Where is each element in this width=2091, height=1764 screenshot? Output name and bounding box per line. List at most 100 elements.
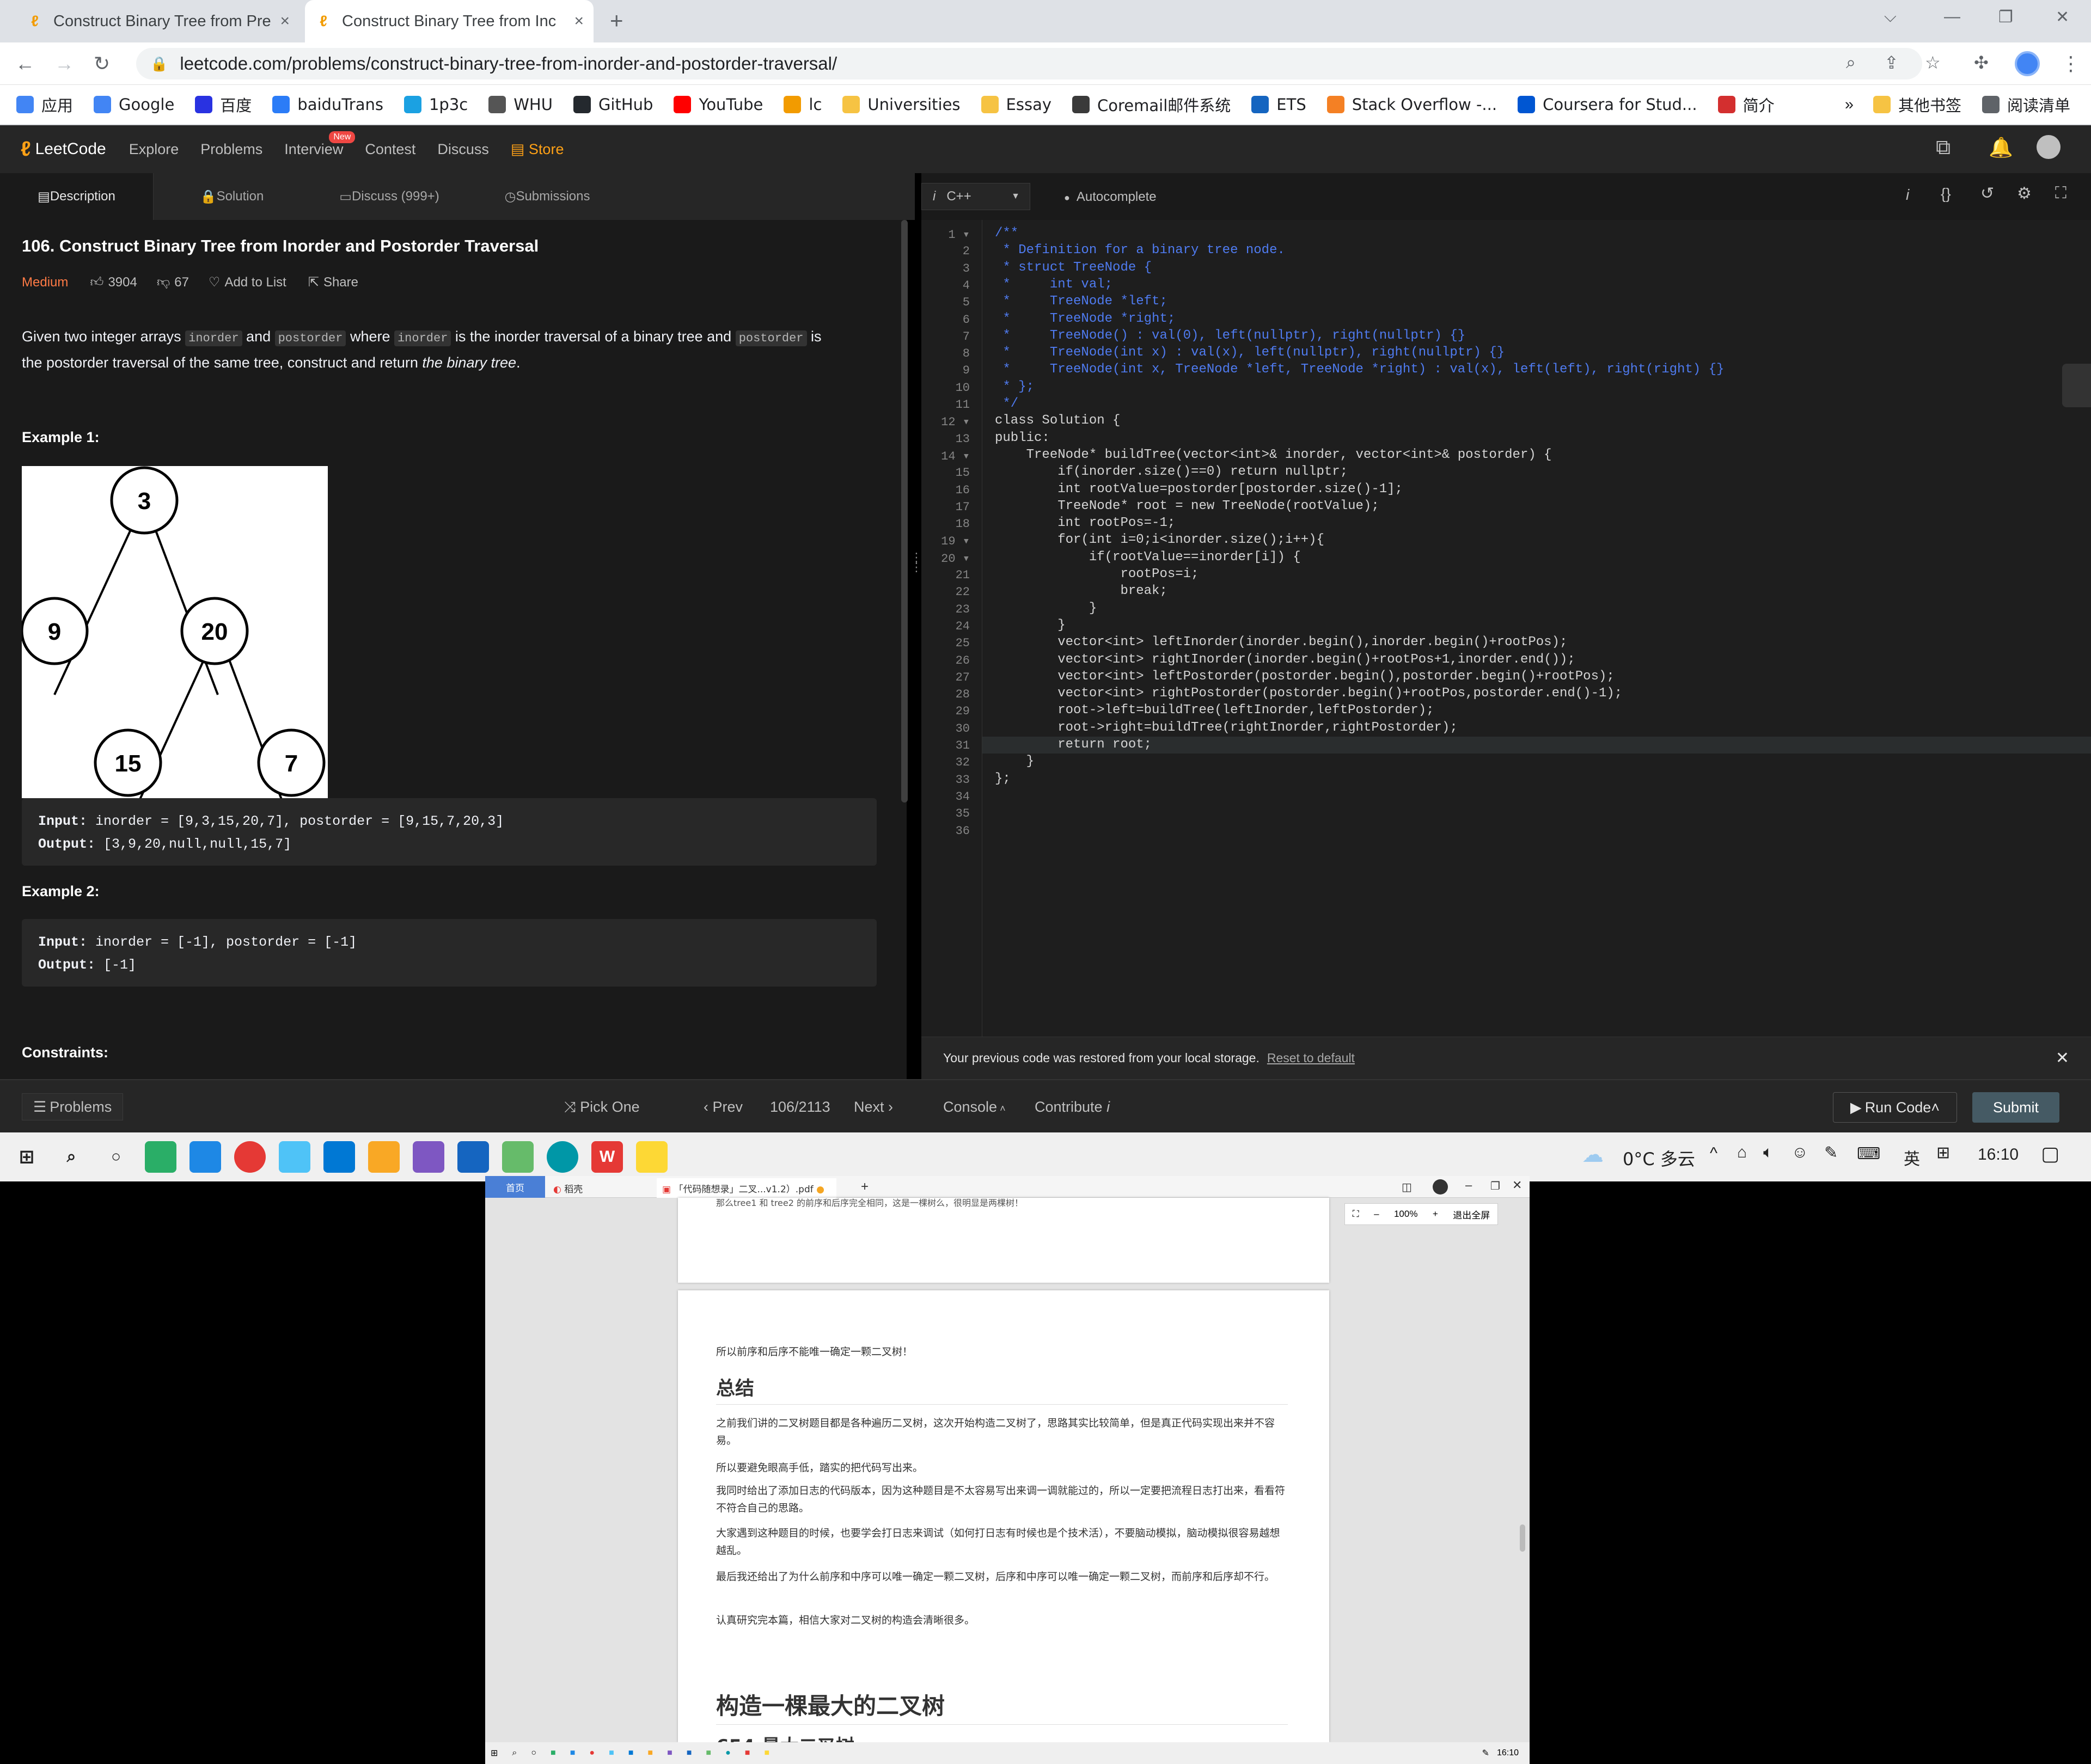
outlook-icon[interactable]: ■ xyxy=(687,1748,692,1758)
bookmark-item[interactable]: WHU xyxy=(488,95,553,114)
description-scrollbar[interactable] xyxy=(901,220,908,803)
edge-icon[interactable] xyxy=(547,1141,578,1173)
prev-button[interactable]: ‹ Prev xyxy=(704,1099,743,1116)
browser-tab-2-active[interactable]: ℓ Construct Binary Tree from Inc × xyxy=(305,0,594,42)
weather-text[interactable]: 0°C 多云 xyxy=(1623,1146,1695,1171)
reset-to-default-link[interactable]: Reset to default xyxy=(1267,1051,1355,1065)
pdf-tab-active[interactable]: ▣ 「代码随想录」二叉...v1.2）.pdf ● xyxy=(657,1178,836,1198)
new-tab-icon[interactable]: + xyxy=(861,1179,869,1195)
close-notice-icon[interactable]: ✕ xyxy=(2056,1049,2069,1068)
user-avatar-icon[interactable] xyxy=(2037,135,2061,159)
zoom-in-icon[interactable]: + xyxy=(1433,1209,1438,1220)
notifications-icon[interactable]: ▢ xyxy=(2041,1142,2059,1165)
minimize-icon[interactable]: – xyxy=(1465,1178,1472,1192)
bookmark-item[interactable]: GitHub xyxy=(573,95,653,114)
fit-page-icon[interactable]: ⛶ xyxy=(1353,1209,1359,1220)
problems-button[interactable]: ☰ Problems xyxy=(22,1093,124,1120)
zoom-search-icon[interactable]: ⌕ xyxy=(1846,52,1856,73)
playground-icon[interactable]: ⧉ xyxy=(1936,136,1951,160)
tab-submissions[interactable]: ◷ Submissions xyxy=(468,173,626,220)
app-icon[interactable] xyxy=(189,1141,221,1173)
other-bookmarks[interactable]: 其他书签 xyxy=(1873,93,1961,116)
reading-list[interactable]: 阅读清单 xyxy=(1982,93,2070,116)
contribute-button[interactable]: Contribute i xyxy=(1035,1099,1110,1116)
bookmark-item[interactable]: ETS xyxy=(1251,95,1306,114)
zoom-out-icon[interactable]: – xyxy=(1374,1209,1379,1220)
layout-icon[interactable]: ◫ xyxy=(1402,1180,1412,1194)
bookmark-item[interactable]: 应用 xyxy=(16,93,73,116)
app-icon[interactable]: ■ xyxy=(609,1748,614,1758)
pen-icon[interactable]: ✎ xyxy=(1824,1143,1838,1162)
zoom-level[interactable]: 100% xyxy=(1394,1209,1417,1220)
notification-bell-icon[interactable]: 🔔 xyxy=(1989,136,2013,159)
console-button[interactable]: Console ˄ xyxy=(943,1099,1006,1116)
app-icon[interactable] xyxy=(636,1141,668,1173)
qq-icon[interactable]: ☺ xyxy=(1792,1143,1808,1162)
profile-avatar[interactable] xyxy=(2015,51,2040,76)
windows-start-icon[interactable]: ⊞ xyxy=(491,1748,498,1759)
close-window-icon[interactable]: ✕ xyxy=(2056,8,2069,27)
share-icon[interactable]: ⇪ xyxy=(1884,52,1899,73)
side-feedback-tab[interactable] xyxy=(2062,364,2091,407)
bookmark-item[interactable]: 1p3c xyxy=(403,95,468,114)
clock[interactable]: 16:10 xyxy=(1978,1146,2019,1164)
ime-indicator[interactable]: 英 xyxy=(1904,1146,1920,1169)
leetcode-logo[interactable]: ℓ LeetCode xyxy=(21,138,106,161)
bookmarks-overflow-icon[interactable]: » xyxy=(1845,96,1854,114)
vscode-icon[interactable]: ■ xyxy=(628,1748,634,1758)
bookmark-item[interactable]: 百度 xyxy=(195,93,252,116)
nav-discuss[interactable]: Discuss xyxy=(437,141,489,158)
browser-tab-1[interactable]: ℓ Construct Binary Tree from Pre × xyxy=(16,0,299,42)
back-icon[interactable]: ← xyxy=(15,52,35,75)
tray-chevron-icon[interactable]: ^ xyxy=(1710,1144,1717,1163)
settings-gear-icon[interactable]: ⚙ xyxy=(2017,184,2032,203)
ime-mode-icon[interactable]: ⊞ xyxy=(1936,1143,1950,1162)
restore-icon[interactable]: ❐ xyxy=(1998,8,2013,27)
cortana-icon[interactable]: ○ xyxy=(100,1141,132,1173)
home-tab[interactable]: 首页 xyxy=(485,1176,545,1198)
tab-search-chevron-icon[interactable]: ⌵ xyxy=(1884,8,1897,26)
close-tab-icon[interactable]: × xyxy=(574,12,584,30)
visual-studio-icon[interactable]: ■ xyxy=(667,1748,672,1758)
dislike-icon[interactable]: 👎︎ xyxy=(157,275,170,290)
app-icon[interactable]: ■ xyxy=(764,1748,769,1758)
bookmark-item[interactable]: Universities xyxy=(842,95,961,114)
reset-code-icon[interactable]: ↺ xyxy=(1980,184,1994,203)
cortana-icon[interactable]: ○ xyxy=(531,1748,536,1758)
forward-icon[interactable]: → xyxy=(54,52,74,75)
bookmark-item[interactable]: Coursera for Stud... xyxy=(1518,95,1697,114)
edge-icon[interactable]: ● xyxy=(725,1748,731,1758)
reload-icon[interactable]: ↻ xyxy=(94,52,110,75)
windows-start-icon[interactable]: ⊞ xyxy=(11,1141,42,1173)
chrome-icon[interactable] xyxy=(234,1141,266,1173)
bookmark-item[interactable]: Google xyxy=(94,95,174,114)
nav-problems[interactable]: Problems xyxy=(200,141,262,158)
tab-description[interactable]: ▤ Description xyxy=(0,173,154,220)
next-button[interactable]: Next › xyxy=(854,1099,893,1116)
share-button[interactable]: Share xyxy=(323,275,358,290)
bookmark-item[interactable]: baiduTrans xyxy=(272,95,383,114)
nav-store[interactable]: ▤ Store xyxy=(511,141,564,158)
extensions-icon[interactable]: ✣ xyxy=(1974,52,1989,73)
add-to-list-button[interactable]: Add to List xyxy=(224,275,286,290)
network-icon[interactable]: ⌂ xyxy=(1737,1143,1747,1162)
wechat-icon[interactable] xyxy=(145,1141,176,1173)
mini-clock[interactable]: 16:10 xyxy=(1497,1748,1519,1758)
new-tab-button[interactable]: + xyxy=(610,8,623,34)
nav-explore[interactable]: Explore xyxy=(129,141,179,158)
app-icon[interactable]: ■ xyxy=(706,1748,711,1758)
format-braces-icon[interactable]: {} xyxy=(1941,185,1951,203)
wps-icon[interactable]: ■ xyxy=(745,1748,750,1758)
wps-icon[interactable]: W xyxy=(591,1141,623,1173)
chrome-icon[interactable]: ● xyxy=(589,1748,595,1758)
vscode-icon[interactable] xyxy=(323,1141,355,1173)
bookmark-item[interactable]: YouTube xyxy=(674,95,763,114)
volume-icon[interactable]: 🔈︎ xyxy=(1763,1143,1773,1162)
bookmark-item[interactable]: Coremail邮件系统 xyxy=(1072,93,1231,116)
fullscreen-icon[interactable]: ⛶ xyxy=(2055,184,2066,203)
minimize-icon[interactable]: — xyxy=(1944,8,1960,26)
bookmark-item[interactable]: Stack Overflow -... xyxy=(1326,95,1497,114)
file-explorer-icon[interactable] xyxy=(368,1141,400,1173)
search-icon[interactable]: ⌕ xyxy=(512,1748,517,1758)
code-area[interactable]: /** * Definition for a binary tree node.… xyxy=(921,220,2091,1037)
